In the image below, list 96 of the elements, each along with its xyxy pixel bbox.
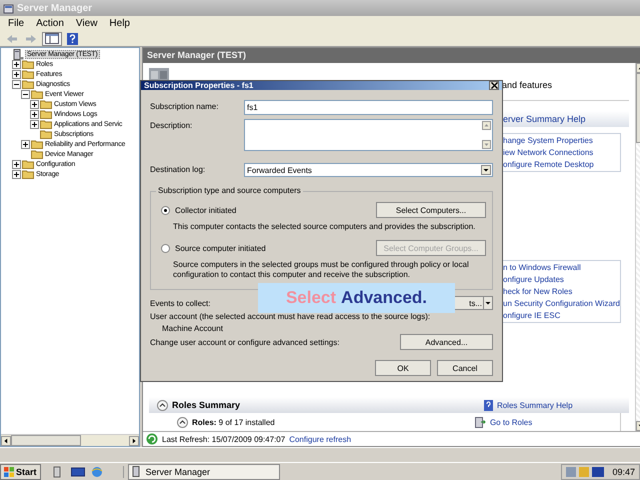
- right-arrow-icon: [25, 34, 37, 44]
- expand-icon[interactable]: [30, 120, 39, 128]
- folder-icon: [40, 99, 52, 109]
- scroll-up-icon: [482, 121, 491, 130]
- expand-icon[interactable]: [21, 140, 30, 148]
- folder-icon: [22, 159, 34, 169]
- folder-icon: [40, 119, 52, 129]
- caption: Select Advanced.: [258, 283, 455, 313]
- tray-icons-drawing: [566, 466, 606, 478]
- close-button[interactable]: [489, 81, 499, 90]
- dialog-title: Subscription Properties - fs1: [144, 81, 254, 90]
- field-label: Events to collect:: [150, 298, 210, 308]
- select-button[interactable]: Select Computers...: [376, 202, 486, 218]
- roles-icon: [474, 416, 486, 428]
- windows-logo-icon: [4, 466, 14, 476]
- advanced-note: Change user account or configure advanced settings:: [150, 338, 340, 346]
- expand-icon[interactable]: [12, 170, 21, 178]
- group-title: Subscription type and source computers: [156, 186, 303, 195]
- close-icon: [490, 82, 498, 89]
- menu-item[interactable]: Action: [36, 18, 64, 29]
- app-icon: [3, 2, 14, 14]
- last-refresh: Last Refresh: 15/07/2009 09:47:07: [162, 434, 286, 444]
- collapse-icon[interactable]: [12, 80, 21, 88]
- expand-icon[interactable]: [12, 70, 21, 78]
- radio-label: Source computer initiated: [175, 244, 266, 252]
- task-link[interactable]: onfigure IE ESC: [503, 311, 620, 320]
- configure-refresh-link[interactable]: Configure refresh: [289, 434, 352, 444]
- option-description: This computer contacts the selected source computers and provides the subscription.: [172, 222, 476, 232]
- computer-icon: [13, 48, 24, 60]
- help-link[interactable]: Roles Summary Help: [496, 400, 573, 410]
- collapse-icon[interactable]: [21, 90, 30, 98]
- pane-icon: [45, 33, 59, 44]
- task-link[interactable]: hange System Properties: [503, 136, 620, 145]
- browser-icon: [90, 466, 105, 478]
- menu-item[interactable]: File: [8, 18, 24, 29]
- expand-icon[interactable]: [12, 160, 21, 168]
- radio-label: Collector initiated: [175, 206, 236, 214]
- section-header: erver Summary Help: [503, 111, 629, 127]
- collapse-chevron-icon: [157, 400, 168, 410]
- destination-log-dropdown[interactable]: Forwarded Events: [244, 163, 493, 177]
- pane-header: Server Manager (TEST): [143, 48, 640, 63]
- cancel-button[interactable]: Cancel: [437, 360, 493, 376]
- radio-button[interactable]: [161, 244, 170, 252]
- quick-launch-button[interactable]: [68, 466, 87, 478]
- field-label: Description:: [150, 120, 194, 130]
- field-label: Destination log:: [150, 164, 206, 174]
- clock: 09:47: [612, 466, 635, 476]
- folder-icon: [40, 109, 52, 119]
- left-arrow-icon: [6, 34, 18, 44]
- field-label: Subscription name:: [150, 101, 220, 111]
- task-link[interactable]: n to Windows Firewall: [503, 263, 620, 272]
- expand-icon[interactable]: [12, 60, 21, 68]
- menu-item[interactable]: View: [76, 18, 98, 29]
- dropdown-arrow-icon: [483, 297, 492, 309]
- scroll-right-icon: [129, 436, 139, 446]
- help-button[interactable]: [65, 32, 80, 46]
- folder-icon: [22, 169, 34, 179]
- taskbar-button[interactable]: Server Manager: [128, 464, 280, 480]
- section-title: Roles Summary: [172, 400, 240, 410]
- folder-icon: [22, 69, 34, 79]
- scroll-down-icon: [482, 140, 491, 149]
- show-pane-button[interactable]: [42, 32, 62, 46]
- folder-icon: [22, 59, 34, 69]
- window-title: Server Manager: [17, 2, 92, 14]
- folder-icon: [31, 149, 43, 159]
- help-icon: [67, 32, 78, 44]
- folder-icon: [40, 129, 52, 139]
- account-name: Machine Account: [161, 324, 224, 333]
- folder-icon: [22, 79, 34, 89]
- horizontal-scrollbar[interactable]: [1, 434, 139, 446]
- task-link[interactable]: heck for New Roles: [503, 287, 620, 296]
- expand-icon[interactable]: [30, 100, 39, 108]
- description-field[interactable]: [244, 119, 493, 151]
- account-note: User account (the selected account must have read access to the source logs):: [150, 312, 432, 321]
- task-link[interactable]: iew Network Connections: [503, 148, 620, 157]
- task-link[interactable]: onfigure Remote Desktop: [503, 160, 620, 169]
- task-link[interactable]: onfigure Updates: [503, 275, 620, 284]
- folder-icon: [31, 89, 43, 99]
- intro-text: and features: [502, 80, 554, 90]
- collapse-chevron-icon: [177, 416, 188, 428]
- ok-button[interactable]: OK: [375, 360, 431, 376]
- radio-button[interactable]: [161, 206, 170, 214]
- folder-icon: [31, 139, 43, 149]
- advanced-button[interactable]: Advanced...: [400, 334, 493, 350]
- help-icon: [484, 400, 493, 410]
- roles-count: Roles: 9 of 17 installed: [192, 418, 275, 426]
- task-link[interactable]: un Security Configuration Wizard: [503, 299, 620, 308]
- option-description: Source computers in the selected groups must be configured through policy or local configuration to contact this computer and receive the subscription.: [172, 260, 470, 280]
- expand-icon[interactable]: [30, 110, 39, 118]
- go-to-link[interactable]: Go to Roles: [490, 418, 532, 426]
- menu-item[interactable]: Help: [109, 18, 130, 29]
- select-events-dropdown[interactable]: ts...: [453, 296, 493, 310]
- start-button[interactable]: Start: [0, 464, 41, 480]
- input-field[interactable]: fs1: [244, 100, 493, 115]
- scroll-left-icon: [1, 436, 11, 446]
- monitor-icon: [70, 466, 85, 478]
